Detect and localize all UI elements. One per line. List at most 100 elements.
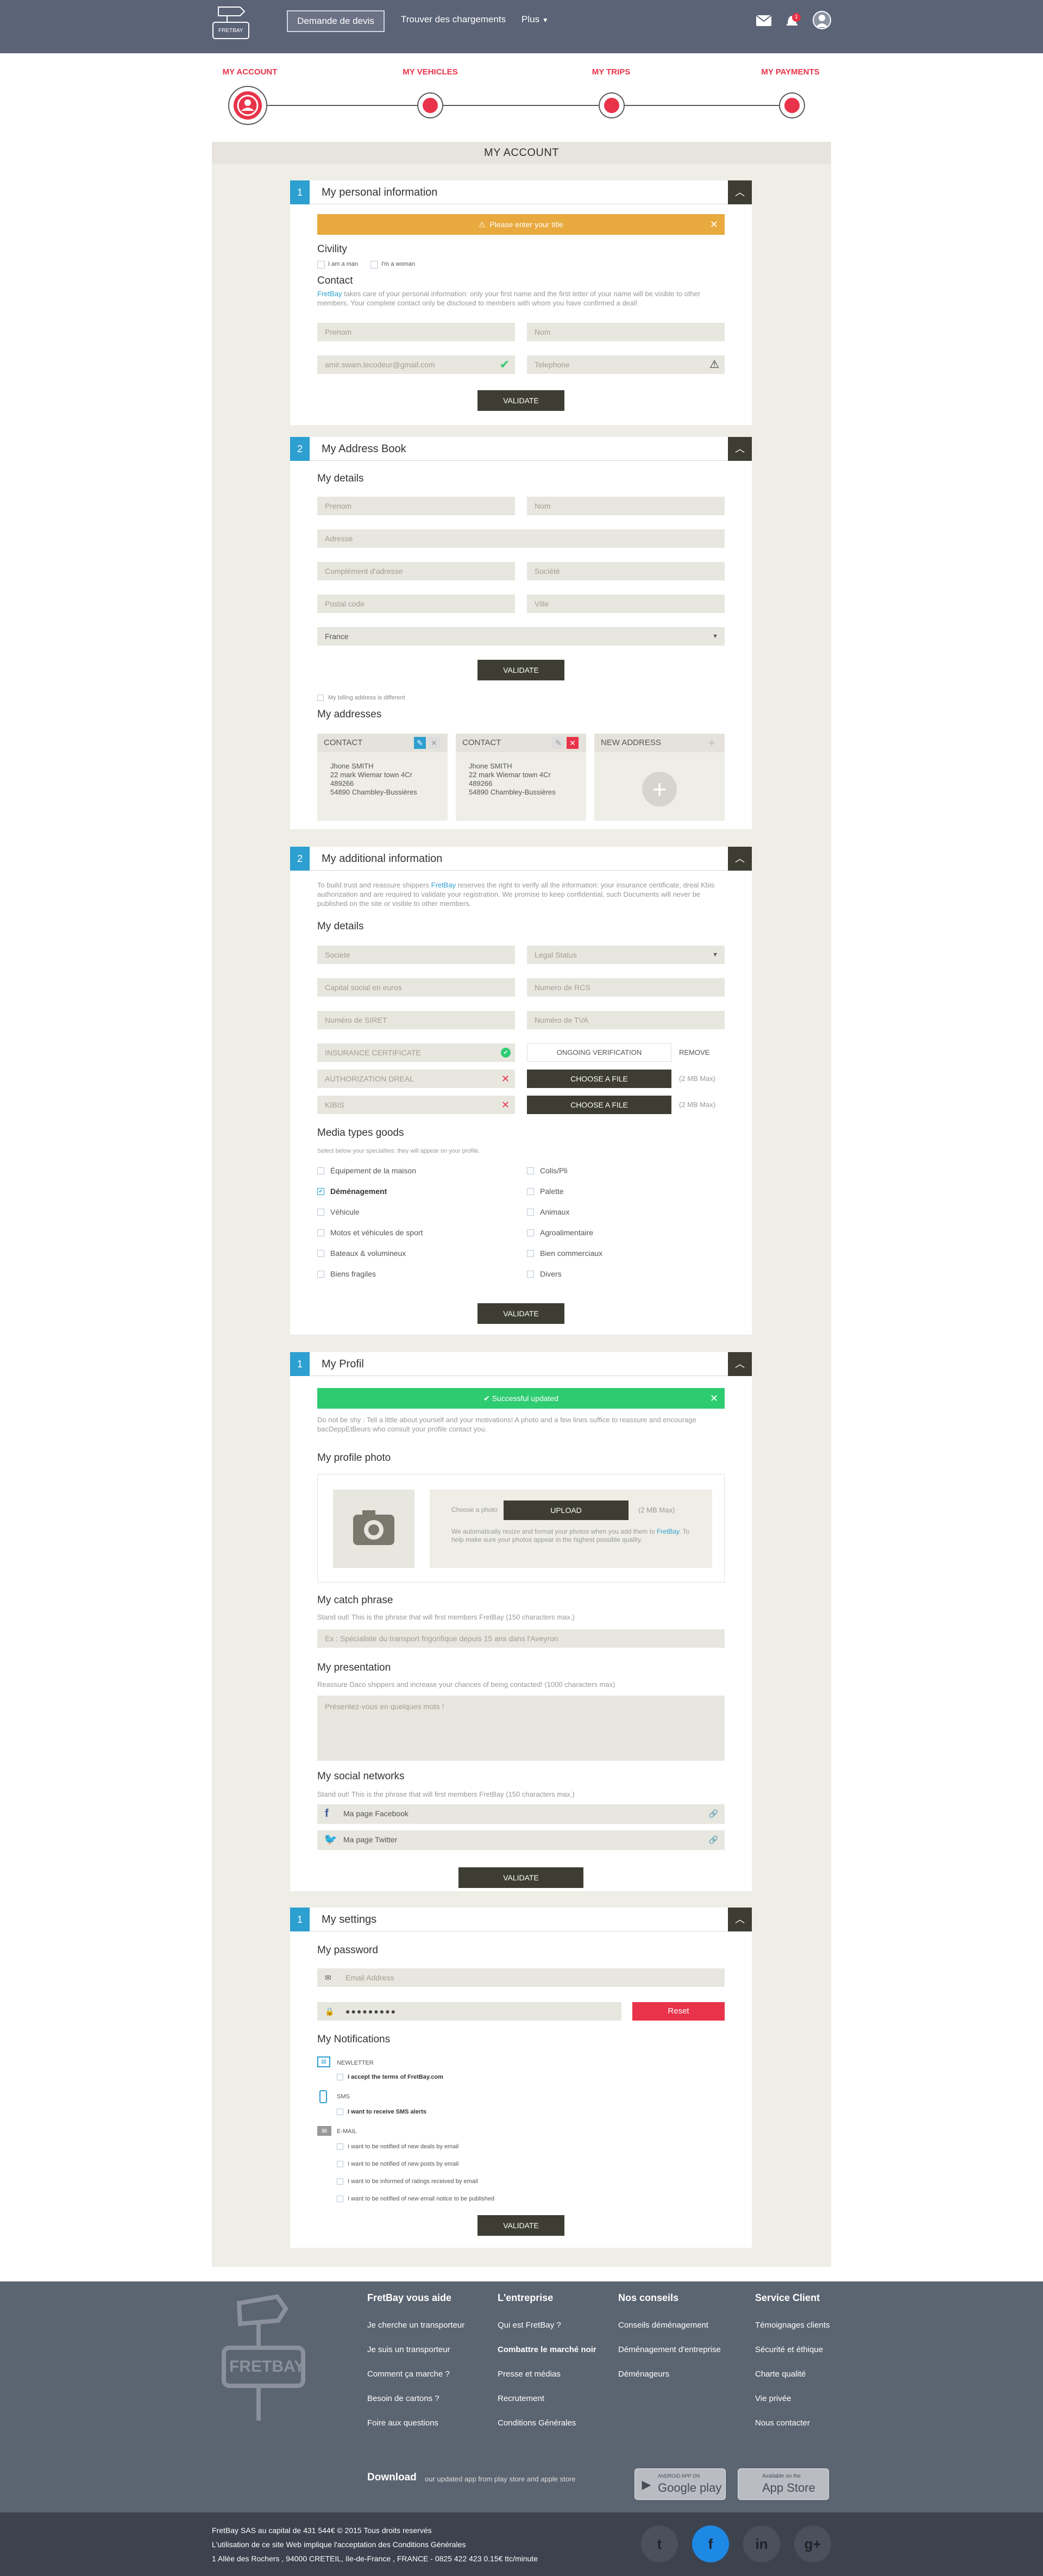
sms-checkbox[interactable] <box>337 2109 343 2115</box>
collapse-chevron-icon[interactable]: ︿ <box>728 180 752 204</box>
footer-link[interactable]: Comment ça marche ? <box>367 2369 450 2379</box>
footer-link[interactable]: Vie privée <box>755 2394 791 2403</box>
footer-link[interactable]: Témoignages clients <box>755 2321 830 2330</box>
country-select[interactable]: France ▼ <box>317 627 725 646</box>
footer-link[interactable]: Déménageurs <box>618 2369 669 2379</box>
footer-link[interactable]: Charte qualité <box>755 2369 806 2379</box>
step-trips-dot[interactable] <box>600 93 624 117</box>
footer-link[interactable]: Nous contacter <box>755 2418 810 2428</box>
mail-icon[interactable] <box>756 15 772 26</box>
goods-checkbox[interactable]: ✔ <box>317 1188 324 1195</box>
catch-phrase-input[interactable]: Ex : Spécialiste du transport frigorifiq… <box>317 1629 725 1648</box>
goods-checkbox[interactable] <box>317 1250 324 1257</box>
footer-link[interactable]: Je suis un transporteur <box>367 2345 450 2354</box>
validate-button[interactable]: VALIDATE <box>458 1867 583 1888</box>
add-circle-icon[interactable]: + <box>642 772 677 806</box>
newsletter-checkbox[interactable] <box>337 2074 343 2080</box>
goods-checkbox[interactable] <box>527 1250 534 1257</box>
siret-input[interactable]: Numéro de SIRET <box>317 1011 515 1029</box>
company-input[interactable]: Société <box>527 562 725 580</box>
goods-checkbox[interactable] <box>317 1209 324 1216</box>
google-plus-icon[interactable]: g+ <box>794 2525 831 2562</box>
goods-checkbox[interactable] <box>527 1167 534 1174</box>
brand-link[interactable]: FretBay <box>431 881 456 889</box>
goods-checkbox[interactable] <box>527 1271 534 1278</box>
avatar[interactable] <box>813 11 831 29</box>
man-checkbox[interactable] <box>317 261 325 268</box>
email-field[interactable]: ✉ Email Address <box>317 1968 725 1987</box>
footer-logo[interactable]: FRETBAY <box>217 2292 310 2423</box>
goods-checkbox[interactable] <box>527 1229 534 1236</box>
footer-link[interactable]: Conseils déménagement <box>618 2321 708 2330</box>
step-payments-dot[interactable] <box>780 93 804 117</box>
validate-button[interactable]: VALIDATE <box>477 660 564 680</box>
address-card[interactable]: CONTACT ✎ ✕ Jhone SMITH 22 mark Wiemar to… <box>317 734 448 821</box>
footer-link[interactable]: Sécurité et éthique <box>755 2345 823 2354</box>
collapse-chevron-icon[interactable]: ︿ <box>728 1908 752 1931</box>
edit-icon[interactable]: ✎ <box>414 737 426 749</box>
collapse-chevron-icon[interactable]: ︿ <box>728 437 752 461</box>
prenom-input[interactable]: Prenom <box>317 323 515 341</box>
nom-input[interactable]: Nom <box>527 323 725 341</box>
footer-link[interactable]: Conditions Générales <box>498 2418 576 2428</box>
choose-file-button[interactable]: CHOOSE A FILE <box>527 1096 671 1114</box>
footer-link[interactable]: Combattre le marché noir <box>498 2345 596 2354</box>
twitter-icon[interactable]: t <box>641 2525 678 2562</box>
capital-input[interactable]: Capital social en euros <box>317 978 515 997</box>
email-option-checkbox[interactable] <box>337 2161 343 2167</box>
address-input[interactable]: Adresse <box>317 529 725 548</box>
footer-link[interactable]: Presse et médias <box>498 2369 561 2379</box>
presentation-textarea[interactable]: Présentez-vous en quelques mots ! <box>317 1696 725 1761</box>
password-field[interactable]: 🔒 ●●●●●●●●● <box>317 2002 621 2021</box>
footer-link[interactable]: Déménagement d'entreprise <box>618 2345 721 2354</box>
prenom-input[interactable]: Prenom <box>317 497 515 515</box>
new-address-card[interactable]: NEW ADDRESS + + <box>594 734 725 821</box>
close-icon[interactable]: ✕ <box>710 214 718 235</box>
email-option-checkbox[interactable] <box>337 2178 343 2185</box>
rcs-input[interactable]: Numero de RCS <box>527 978 725 997</box>
nav-more[interactable]: Plus ▼ <box>522 14 549 25</box>
upload-button[interactable]: UPLOAD <box>504 1500 629 1520</box>
address-complement-input[interactable]: Complément d'adresse <box>317 562 515 580</box>
validate-button[interactable]: VALIDATE <box>477 390 564 411</box>
delete-icon[interactable]: ✕ <box>567 737 579 749</box>
email-field[interactable]: amir.swam.lecodeur@gmail.com ✔ <box>317 355 515 374</box>
company-input[interactable]: Societe <box>317 946 515 964</box>
nom-input[interactable]: Nom <box>527 497 725 515</box>
camera-placeholder[interactable] <box>333 1490 414 1568</box>
step-vehicles-dot[interactable] <box>418 93 442 117</box>
footer-link[interactable]: Foire aux questions <box>367 2418 438 2428</box>
facebook-icon[interactable]: f <box>692 2525 729 2562</box>
step-label-vehicles[interactable]: MY VEHICLES <box>376 67 485 77</box>
email-option-checkbox[interactable] <box>337 2143 343 2150</box>
nav-quote-button[interactable]: Demande de devis <box>287 10 385 32</box>
goods-checkbox[interactable] <box>527 1209 534 1216</box>
brand-link[interactable]: FretBay <box>317 290 342 298</box>
step-label-trips[interactable]: MY TRIPS <box>557 67 665 77</box>
goods-checkbox[interactable] <box>317 1271 324 1278</box>
step-label-payments[interactable]: MY PAYMENTS <box>736 67 845 77</box>
address-card[interactable]: CONTACT ✎ ✕ Jhone SMITH 22 mark Wiemar to… <box>456 734 586 821</box>
twitter-input[interactable]: 🐦 Ma page Twitter 🔗 <box>317 1830 725 1850</box>
email-option-checkbox[interactable] <box>337 2196 343 2202</box>
tva-input[interactable]: Numéro de TVA <box>527 1011 725 1029</box>
step-account-dot[interactable] <box>228 86 267 125</box>
bell-icon[interactable]: 1 <box>784 12 801 28</box>
city-input[interactable]: Ville <box>527 595 725 613</box>
footer-link[interactable]: Qui est FretBay ? <box>498 2321 561 2330</box>
phone-input[interactable]: Telephone ⚠ <box>527 355 725 374</box>
legal-status-select[interactable]: Legal Status ▼ <box>527 946 725 964</box>
reset-button[interactable]: Reset <box>632 2002 725 2021</box>
remove-link[interactable]: REMOVE <box>679 1048 709 1056</box>
collapse-chevron-icon[interactable]: ︿ <box>728 847 752 871</box>
goods-checkbox[interactable] <box>317 1167 324 1174</box>
goods-checkbox[interactable] <box>527 1188 534 1195</box>
footer-link[interactable]: Recrutement <box>498 2394 544 2403</box>
fretbay-logo[interactable]: FRETBAY <box>211 3 252 45</box>
validate-button[interactable]: VALIDATE <box>477 1303 564 1324</box>
facebook-input[interactable]: f Ma page Facebook 🔗 <box>317 1804 725 1824</box>
choose-file-button[interactable]: CHOOSE A FILE <box>527 1070 671 1088</box>
app-store-badge[interactable]: Available on the App Store <box>738 2468 829 2500</box>
delete-icon[interactable]: ✕ <box>428 737 440 749</box>
billing-checkbox[interactable] <box>317 695 324 701</box>
